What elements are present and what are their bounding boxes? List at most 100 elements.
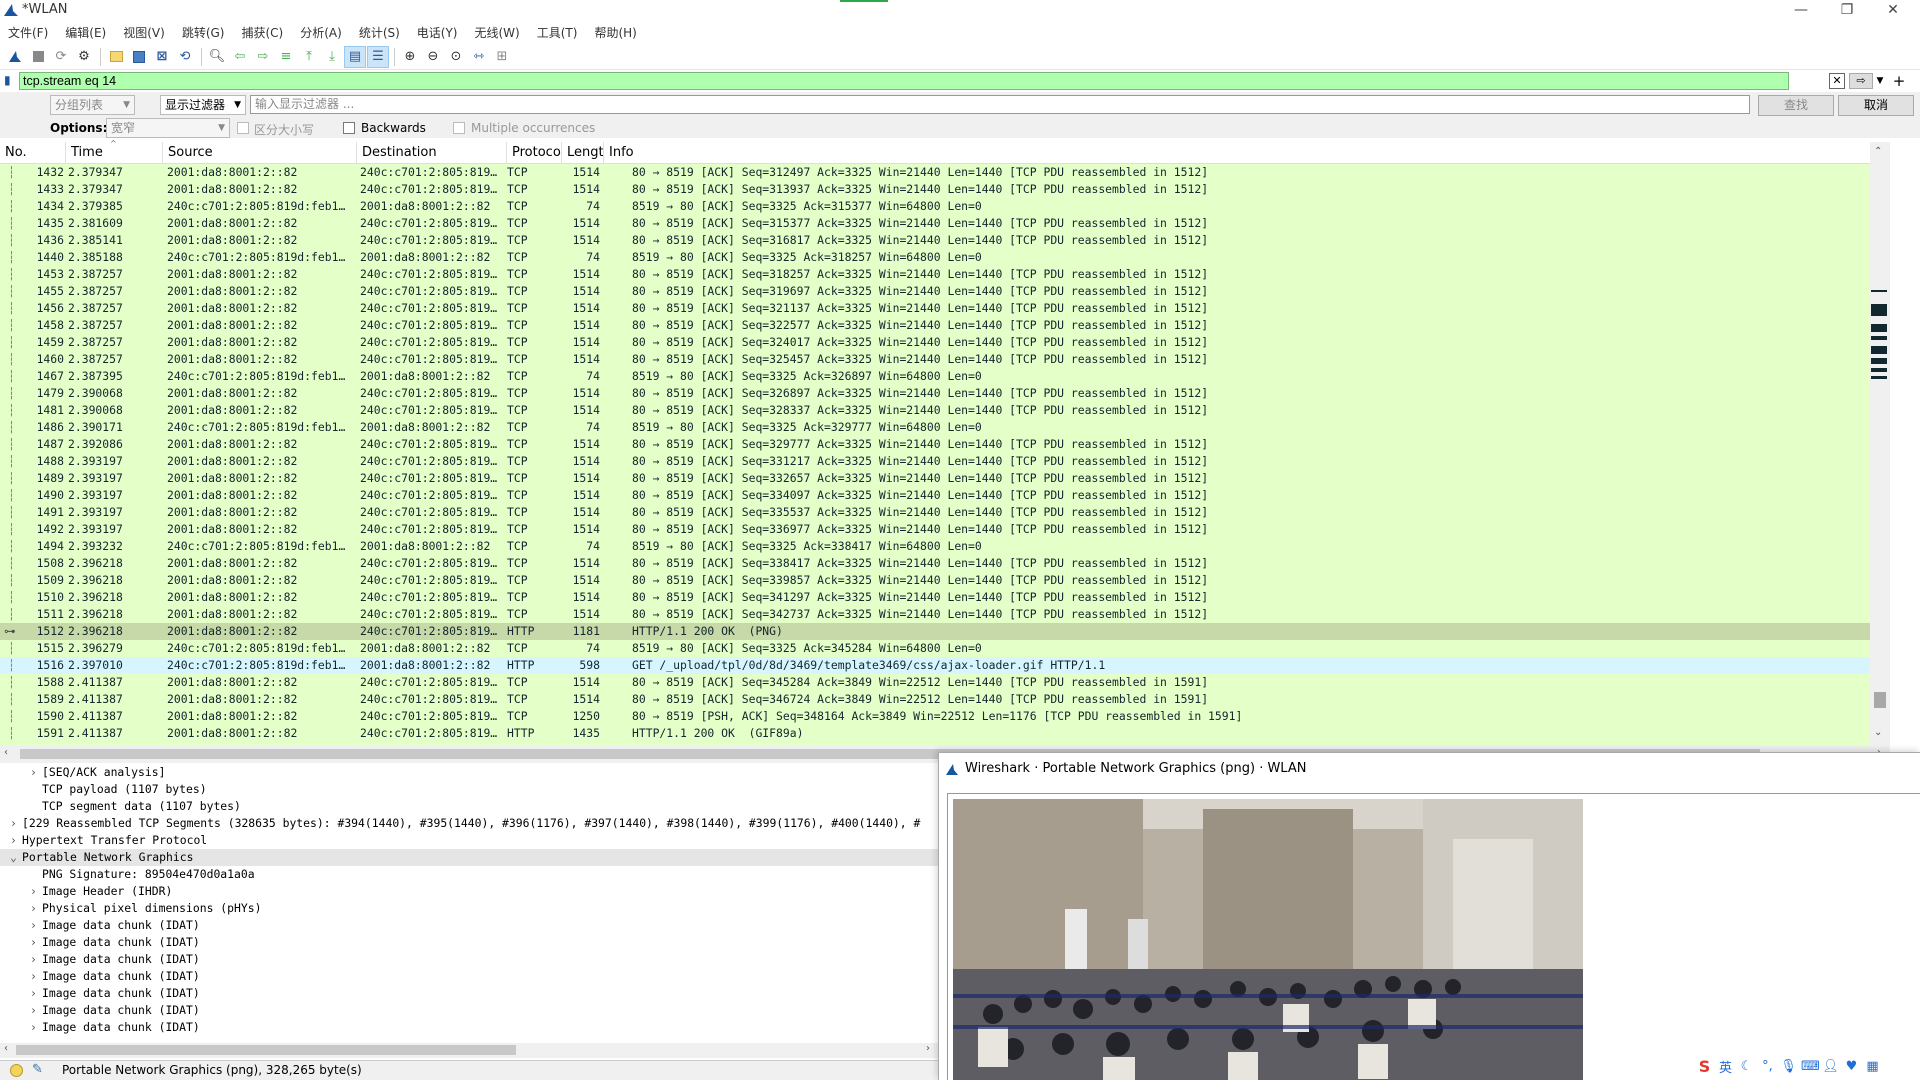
menu-go[interactable]: 跳转(G) — [182, 24, 225, 41]
edit-comment-icon[interactable]: ✎ — [32, 1062, 43, 1077]
scroll-thumb[interactable] — [16, 1045, 516, 1055]
moon-icon[interactable]: ☾ — [1738, 1059, 1755, 1074]
resize-columns-icon[interactable]: ⇿ — [468, 46, 490, 68]
ime-mode-label[interactable]: 英 — [1717, 1057, 1734, 1076]
keyboard-icon[interactable]: ⌨ — [1801, 1059, 1820, 1074]
packet-row[interactable]: ┆ 1456 2.387257 2001:da8:8001:2::82 240c:c70… — [0, 300, 1870, 317]
last-packet-icon[interactable]: ⤓ — [321, 46, 343, 68]
backwards-checkbox[interactable] — [343, 122, 355, 134]
column-header-source[interactable]: Source — [163, 142, 357, 164]
expand-chevron-icon[interactable]: › — [30, 985, 42, 1002]
search-scope-select[interactable]: 分组列表 ▼ — [50, 95, 135, 115]
expand-chevron-icon[interactable]: › — [30, 968, 42, 985]
expand-chevron-icon[interactable]: › — [30, 1019, 42, 1036]
charset-select[interactable]: 宽窄 ▼ — [106, 118, 230, 138]
recent-filters-chevron-icon[interactable]: ▼ — [1874, 73, 1886, 89]
detail-tree-item[interactable]: › Image data chunk (IDAT) — [0, 985, 938, 1002]
menu-analyze[interactable]: 分析(A) — [300, 24, 342, 41]
detail-tree-item[interactable]: TCP payload (1107 bytes) — [0, 781, 938, 798]
packet-row[interactable]: ┆ 1510 2.396218 2001:da8:8001:2::82 240c:c70… — [0, 589, 1870, 606]
punctuation-icon[interactable]: °, — [1759, 1059, 1776, 1074]
packet-row[interactable]: ⊶ 1512 2.396218 2001:da8:8001:2::82 240c:c70… — [0, 623, 1870, 640]
column-header-info[interactable]: Info — [604, 142, 1870, 164]
find-button[interactable]: 查找 — [1758, 95, 1834, 116]
packet-row[interactable]: ┆ 1589 2.411387 2001:da8:8001:2::82 240c:c70… — [0, 691, 1870, 708]
detail-tree-item[interactable]: › Image Header (IHDR) — [0, 883, 938, 900]
packet-row[interactable]: ┆ 1459 2.387257 2001:da8:8001:2::82 240c:c70… — [0, 334, 1870, 351]
save-file-icon[interactable] — [128, 46, 150, 68]
scroll-left-icon[interactable]: ‹ — [4, 747, 8, 758]
packet-row[interactable]: ┆ 1435 2.381609 2001:da8:8001:2::82 240c:c70… — [0, 215, 1870, 232]
column-header-protocol[interactable]: Protoco — [507, 142, 562, 164]
column-header-no[interactable]: No. — [0, 142, 66, 164]
expand-chevron-icon[interactable]: › — [30, 934, 42, 951]
scroll-right-icon[interactable]: › — [926, 1043, 930, 1054]
restart-capture-icon[interactable]: ⟳ — [50, 46, 72, 68]
detail-tree-item[interactable]: › [229 Reassembled TCP Segments (328635 b… — [0, 815, 938, 832]
detail-tree-item[interactable]: › Physical pixel dimensions (pHYs) — [0, 900, 938, 917]
detail-tree-item[interactable]: › Image data chunk (IDAT) — [0, 1019, 938, 1036]
grid-menu-icon[interactable]: ▦ — [1864, 1059, 1881, 1074]
reload-file-icon[interactable]: ⟲ — [174, 46, 196, 68]
menu-edit[interactable]: 编辑(E) — [65, 24, 106, 41]
packet-row[interactable]: ┆ 1467 2.387395 240c:c701:2:805:819d:feb1… 2… — [0, 368, 1870, 385]
microphone-icon[interactable]: 🎙︎ — [1780, 1059, 1797, 1074]
close-file-icon[interactable]: ⊠ — [151, 46, 173, 68]
display-filter-input[interactable]: tcp.stream eq 14 — [19, 72, 1789, 90]
stop-capture-icon[interactable] — [27, 46, 49, 68]
sogou-logo-icon[interactable]: S — [1696, 1057, 1713, 1076]
packet-row[interactable]: ┆ 1516 2.397010 240c:c701:2:805:819d:feb1… 2… — [0, 657, 1870, 674]
expand-chevron-icon[interactable]: › — [30, 883, 42, 900]
packet-row[interactable]: ┆ 1494 2.393232 240c:c701:2:805:819d:feb1… 2… — [0, 538, 1870, 555]
detail-tree-item[interactable]: TCP segment data (1107 bytes) — [0, 798, 938, 815]
expand-chevron-icon[interactable]: › — [30, 900, 42, 917]
detail-tree-item[interactable]: › Hypertext Transfer Protocol — [0, 832, 938, 849]
case-sensitive-checkbox[interactable] — [237, 122, 249, 134]
expand-chevron-icon[interactable]: › — [30, 1002, 42, 1019]
add-filter-button-icon[interactable]: + — [1890, 72, 1908, 90]
cancel-button[interactable]: 取消 — [1838, 95, 1914, 116]
packet-row[interactable]: ┆ 1458 2.387257 2001:da8:8001:2::82 240c:c70… — [0, 317, 1870, 334]
packet-row[interactable]: ┆ 1486 2.390171 240c:c701:2:805:819d:feb1… 2… — [0, 419, 1870, 436]
expand-chevron-icon[interactable]: › — [30, 917, 42, 934]
find-packet-icon[interactable]: 🔍︎ — [206, 46, 228, 68]
menu-view[interactable]: 视图(V) — [123, 24, 165, 41]
packet-row[interactable]: ┆ 1488 2.393197 2001:da8:8001:2::82 240c:c70… — [0, 453, 1870, 470]
scroll-up-icon[interactable]: ⌃ — [1874, 146, 1882, 157]
expert-info-icon[interactable] — [10, 1064, 23, 1077]
detail-tree-item[interactable]: ⌄ Portable Network Graphics — [0, 849, 938, 866]
detail-tree-item[interactable]: › Image data chunk (IDAT) — [0, 951, 938, 968]
detail-tree-item[interactable]: PNG Signature: 89504e470d0a1a0a — [0, 866, 938, 883]
packet-row[interactable]: ┆ 1481 2.390068 2001:da8:8001:2::82 240c:c70… — [0, 402, 1870, 419]
bookmark-icon[interactable]: ▮ — [4, 73, 18, 89]
zoom-in-icon[interactable]: ⊕ — [399, 46, 421, 68]
find-input[interactable]: 输入显示过滤器 ... — [250, 95, 1750, 114]
detail-tree-item[interactable]: › [SEQ/ACK analysis] — [0, 764, 938, 781]
zoom-out-icon[interactable]: ⊖ — [422, 46, 444, 68]
close-button[interactable]: ✕ — [1870, 0, 1916, 22]
column-header-length[interactable]: Lengt — [562, 142, 604, 164]
menu-wireless[interactable]: 无线(W) — [475, 24, 520, 41]
minimize-button[interactable]: — — [1778, 0, 1824, 22]
packet-row[interactable]: ┆ 1489 2.393197 2001:da8:8001:2::82 240c:c70… — [0, 470, 1870, 487]
detail-tree-item[interactable]: › Image data chunk (IDAT) — [0, 1002, 938, 1019]
packet-row[interactable]: ┆ 1479 2.390068 2001:da8:8001:2::82 240c:c70… — [0, 385, 1870, 402]
user-icon[interactable]: 👤︎ — [1822, 1059, 1839, 1074]
first-packet-icon[interactable]: ⤒ — [298, 46, 320, 68]
packet-row[interactable]: ┆ 1453 2.387257 2001:da8:8001:2::82 240c:c70… — [0, 266, 1870, 283]
menu-capture[interactable]: 捕获(C) — [241, 24, 283, 41]
maximize-button[interactable]: ❐ — [1824, 0, 1870, 22]
menu-help[interactable]: 帮助(H) — [594, 24, 636, 41]
packet-row[interactable]: ┆ 1436 2.385141 2001:da8:8001:2::82 240c:c70… — [0, 232, 1870, 249]
packet-row[interactable]: ┆ 1492 2.393197 2001:da8:8001:2::82 240c:c70… — [0, 521, 1870, 538]
zoom-normal-icon[interactable]: ⊙ — [445, 46, 467, 68]
packet-row[interactable]: ┆ 1433 2.379347 2001:da8:8001:2::82 240c:c70… — [0, 181, 1870, 198]
packet-list-scrollbar[interactable]: ⌃ ⌄ — [1870, 142, 1890, 746]
packet-row[interactable]: ┆ 1508 2.396218 2001:da8:8001:2::82 240c:c70… — [0, 555, 1870, 572]
packet-row[interactable]: ┆ 1440 2.385188 240c:c701:2:805:819d:feb1… 2… — [0, 249, 1870, 266]
go-to-packet-icon[interactable]: ≡ — [275, 46, 297, 68]
start-capture-icon[interactable] — [4, 46, 26, 68]
scroll-left-icon[interactable]: ‹ — [4, 1043, 8, 1054]
expand-chevron-icon[interactable]: › — [30, 764, 42, 781]
menu-statistics[interactable]: 统计(S) — [359, 24, 400, 41]
